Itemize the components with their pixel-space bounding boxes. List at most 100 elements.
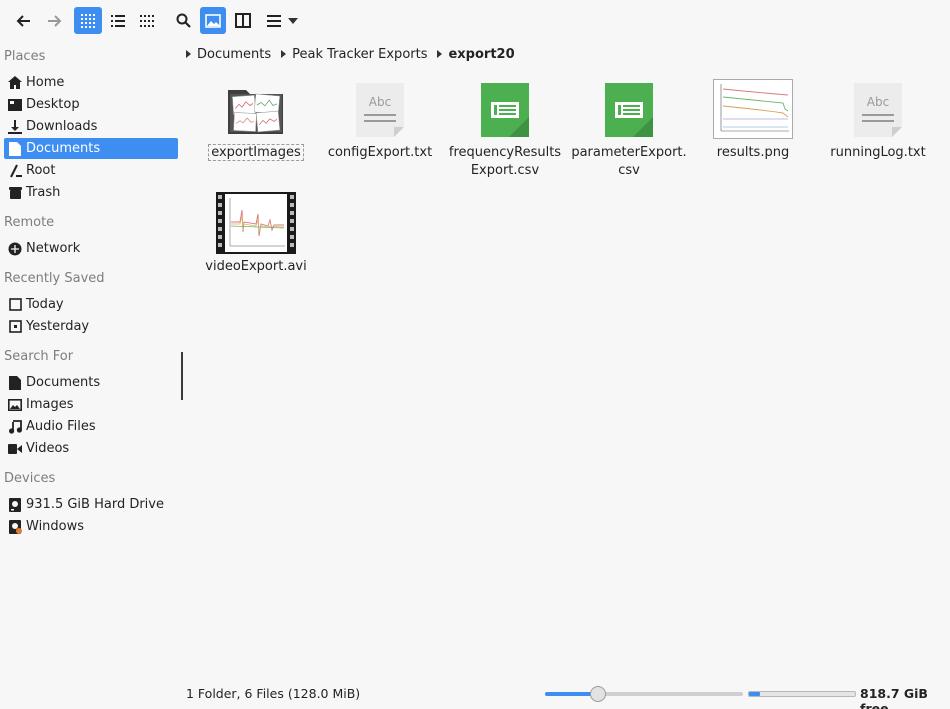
sidebar-item-label: Desktop bbox=[26, 97, 80, 112]
split-view-button[interactable] bbox=[230, 7, 256, 34]
sidebar-item-label: Trash bbox=[26, 185, 61, 200]
sidebar-item-audio-files[interactable]: Audio Files bbox=[4, 416, 178, 437]
sidebar-item-desktop[interactable]: Desktop bbox=[4, 94, 178, 115]
sidebar-item-label: Documents bbox=[26, 141, 101, 156]
music-note-icon bbox=[7, 419, 23, 435]
back-button[interactable] bbox=[10, 7, 37, 34]
section-header-search: Search For bbox=[4, 349, 74, 364]
sidebar-item-label: Home bbox=[26, 75, 65, 90]
sidebar-item-downloads[interactable]: Downloads bbox=[4, 116, 178, 137]
text-file-icon: Abc bbox=[356, 83, 404, 137]
breadcrumb-item-export20[interactable]: export20 bbox=[437, 47, 515, 62]
image-icon bbox=[7, 397, 23, 413]
file-name: frequencyResults Export.csv bbox=[448, 145, 562, 178]
list-view-button[interactable] bbox=[104, 7, 131, 34]
home-icon bbox=[7, 75, 23, 91]
sidebar-item-root[interactable]: Root bbox=[4, 160, 178, 181]
search-button[interactable] bbox=[170, 7, 197, 34]
file-item-frequencyresultsexport[interactable]: frequencyResults Export.csv bbox=[443, 78, 567, 178]
hamburger-icon bbox=[267, 14, 281, 27]
sidebar-item-home[interactable]: Home bbox=[4, 72, 178, 93]
windows-drive-icon bbox=[7, 519, 23, 535]
file-item-results-png[interactable]: results.png bbox=[691, 78, 815, 168]
sidebar-item-label: Root bbox=[26, 163, 56, 178]
document-icon bbox=[7, 375, 23, 391]
sidebar-item-images[interactable]: Images bbox=[4, 394, 178, 415]
sidebar-item-label: Yesterday bbox=[26, 319, 90, 334]
toolbar bbox=[0, 0, 950, 42]
columns-icon bbox=[139, 14, 154, 27]
file-name: videoExport.avi bbox=[205, 259, 307, 274]
document-icon bbox=[7, 141, 23, 157]
section-header-remote: Remote bbox=[4, 215, 55, 230]
chevron-right-icon bbox=[186, 50, 191, 58]
file-name: parameterExport. csv bbox=[571, 145, 687, 178]
image-thumbnail-icon bbox=[713, 79, 793, 139]
search-icon bbox=[176, 13, 191, 28]
sidebar-item-label: Images bbox=[26, 397, 74, 412]
sidebar-item-videos[interactable]: Videos bbox=[4, 438, 178, 459]
section-header-places: Places bbox=[4, 49, 46, 64]
video-camera-icon bbox=[7, 441, 23, 457]
sidebar-item-label: Audio Files bbox=[26, 419, 96, 434]
chevron-right-icon bbox=[281, 50, 287, 58]
menu-button[interactable] bbox=[262, 7, 304, 34]
icon-view-button[interactable] bbox=[74, 7, 102, 34]
sidebar-item-search-documents[interactable]: Documents bbox=[4, 372, 178, 393]
sidebar-item-hard-drive[interactable]: 931.5 GiB Hard Drive bbox=[4, 494, 178, 515]
hard-drive-icon bbox=[7, 497, 23, 513]
grid-icon bbox=[81, 13, 95, 28]
split-icon bbox=[235, 13, 251, 28]
list-icon bbox=[110, 14, 125, 27]
sidebar-item-label: Videos bbox=[26, 441, 70, 456]
compact-view-button[interactable] bbox=[133, 7, 160, 34]
arrow-left-icon bbox=[16, 14, 30, 27]
breadcrumb-item-documents[interactable]: Documents bbox=[186, 47, 271, 62]
disk-usage-bar bbox=[748, 691, 856, 697]
trash-icon bbox=[7, 185, 23, 201]
sidebar-item-today[interactable]: Today bbox=[4, 294, 178, 315]
network-icon bbox=[7, 241, 23, 257]
sidebar-item-documents[interactable]: Documents bbox=[4, 138, 178, 159]
forward-button[interactable] bbox=[40, 7, 67, 34]
breadcrumb-item-peak-tracker-exports[interactable]: Peak Tracker Exports bbox=[281, 47, 427, 62]
video-thumbnail-icon bbox=[216, 192, 296, 254]
sidebar-item-label: Today bbox=[26, 297, 64, 312]
sidebar-item-label: Network bbox=[26, 241, 81, 256]
file-item-parameterexport[interactable]: parameterExport. csv bbox=[567, 78, 691, 178]
preview-toggle-button[interactable] bbox=[200, 7, 226, 34]
file-item-exportimages[interactable]: exportImages bbox=[194, 78, 318, 168]
calendar-icon bbox=[7, 297, 23, 313]
sidebar-item-yesterday[interactable]: Yesterday bbox=[4, 316, 178, 337]
sidebar-item-label: Documents bbox=[26, 375, 101, 390]
sidebar-item-label: Downloads bbox=[26, 119, 98, 134]
arrow-right-icon bbox=[47, 14, 61, 27]
sidebar-resize-handle[interactable] bbox=[181, 352, 183, 400]
file-name: results.png bbox=[716, 145, 790, 160]
file-item-videoexport[interactable]: videoExport.avi bbox=[194, 192, 318, 282]
zoom-slider-knob[interactable] bbox=[590, 686, 606, 702]
sidebar-item-trash[interactable]: Trash bbox=[4, 182, 178, 203]
download-icon bbox=[7, 119, 23, 135]
sidebar-item-windows[interactable]: Windows bbox=[4, 516, 178, 537]
desktop-icon bbox=[7, 97, 23, 113]
breadcrumb: Documents Peak Tracker Exports export20 bbox=[186, 44, 525, 64]
section-header-recent: Recently Saved bbox=[4, 271, 105, 286]
spreadsheet-icon bbox=[605, 83, 653, 137]
sidebar-item-label: Windows bbox=[26, 519, 85, 534]
file-item-configexport[interactable]: Abc configExport.txt bbox=[318, 78, 442, 168]
file-item-runninglog[interactable]: Abc runningLog.txt bbox=[816, 78, 940, 168]
section-header-devices: Devices bbox=[4, 471, 56, 486]
disk-usage-fill bbox=[749, 692, 760, 696]
sidebar-item-network[interactable]: Network bbox=[4, 238, 178, 259]
chevron-right-icon bbox=[437, 50, 443, 58]
file-name: runningLog.txt bbox=[830, 145, 926, 160]
text-file-icon: Abc bbox=[854, 83, 902, 137]
folder-icon bbox=[225, 80, 287, 138]
chevron-down-icon bbox=[288, 17, 298, 24]
svg-text:Abc: Abc bbox=[369, 95, 391, 109]
calendar-dot-icon bbox=[7, 319, 23, 335]
file-name: exportImages bbox=[194, 144, 318, 162]
root-icon bbox=[7, 163, 23, 179]
file-name: configExport.txt bbox=[327, 145, 433, 160]
